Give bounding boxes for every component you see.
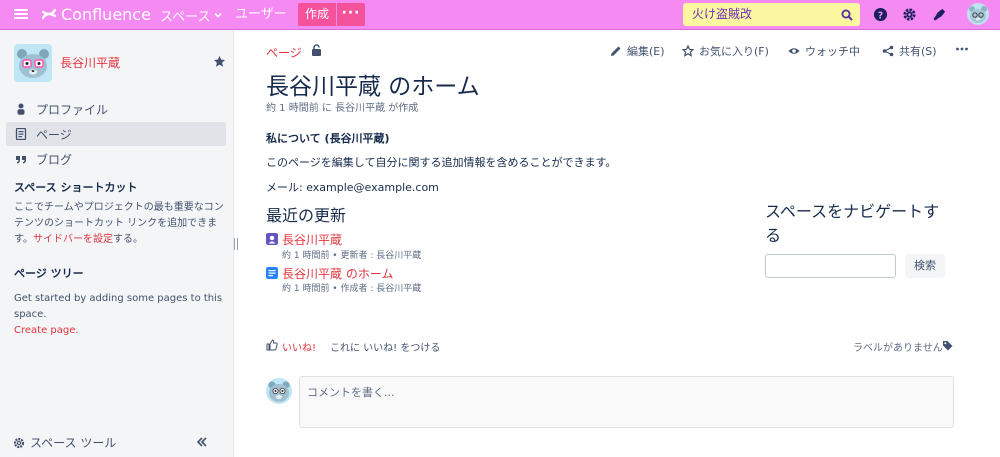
- page-tree-heading: ページ ツリー: [14, 267, 84, 280]
- confluence-logo-icon: [42, 8, 56, 20]
- search-input[interactable]: 火け盗賊改: [692, 3, 752, 26]
- sidebar-item-pages[interactable]: ページ: [6, 122, 226, 146]
- more-actions-icon[interactable]: [955, 42, 969, 56]
- search-box[interactable]: 火け盗賊改: [683, 3, 860, 26]
- space-avatar[interactable]: [14, 44, 52, 82]
- shortcuts-text-end: する。: [113, 234, 143, 245]
- create-page-link[interactable]: Create page.: [14, 323, 226, 339]
- eye-icon: [788, 48, 800, 54]
- watch-button[interactable]: ウォッチ中: [788, 43, 860, 59]
- app-name: Confluence: [61, 4, 151, 24]
- like-prompt: これに いいね! をつける: [330, 343, 441, 354]
- sidebar-item-blog[interactable]: ブログ: [6, 147, 226, 171]
- notifications-icon[interactable]: [932, 7, 947, 22]
- sidebar-item-label: ページ: [36, 127, 72, 142]
- edit-button[interactable]: 編集(E): [610, 43, 665, 59]
- space-tools-label: スペース ツール: [30, 436, 117, 450]
- breadcrumb[interactable]: ページ: [266, 44, 302, 61]
- help-icon[interactable]: ?: [873, 7, 888, 22]
- bear-avatar-icon: [17, 49, 49, 78]
- create-more-button[interactable]: ···: [337, 3, 365, 26]
- star-outline-icon: [682, 45, 694, 57]
- quote-icon: [16, 156, 26, 164]
- shortcuts-description: ここでチームやプロジェクトの最も重要なコンテンツのショートカット リンクを追加で…: [14, 200, 226, 248]
- profile-icon: [266, 233, 278, 245]
- user-avatar[interactable]: [967, 3, 989, 25]
- watch-label: ウォッチ中: [805, 45, 860, 58]
- share-label: 共有(S): [899, 45, 937, 58]
- top-navigation-bar: Confluence スペース ユーザー 作成 ··· 火け盗賊改 ?: [0, 0, 1000, 30]
- person-icon: [17, 103, 25, 115]
- spaces-label: スペース: [160, 9, 211, 25]
- about-text: このページを編集して自分に関する追加情報を含めることができます。: [266, 156, 617, 169]
- favorite-label: お気に入り(F): [699, 45, 769, 58]
- spaces-menu[interactable]: スペース: [160, 6, 223, 25]
- share-icon: [882, 45, 894, 57]
- collapse-sidebar-icon[interactable]: [196, 436, 208, 448]
- recent-item-meta: 約 1 時間前 • 作成者 : 長谷川平蔵: [282, 284, 422, 294]
- people-link[interactable]: ユーザー: [235, 6, 287, 24]
- recent-item-meta: 約 1 時間前 • 更新者 : 長谷川平蔵: [282, 251, 422, 261]
- settings-icon[interactable]: [902, 7, 917, 22]
- svg-text:?: ?: [878, 10, 883, 21]
- page-tree-text: Get started by adding some pages to this…: [14, 291, 226, 339]
- comment-placeholder: コメントを書く...: [307, 386, 395, 399]
- recent-updates-heading: 最近の更新: [266, 206, 347, 225]
- shortcuts-heading: スペース ショートカット: [14, 181, 138, 194]
- configure-sidebar-link[interactable]: サイドバーを設定: [33, 234, 113, 245]
- page-byline: 約 1 時間前 に 長谷川平蔵 が作成: [266, 103, 419, 114]
- bear-avatar-icon: [268, 381, 290, 402]
- about-heading: 私について (長谷川平蔵): [266, 132, 390, 145]
- space-tools-button[interactable]: スペース ツール: [13, 434, 116, 451]
- comment-avatar: [266, 378, 292, 404]
- sidebar-item-label: プロファイル: [36, 102, 109, 117]
- thumbs-up-icon[interactable]: [266, 339, 278, 351]
- chevron-down-icon: [214, 12, 223, 18]
- no-labels-text: ラベルがありません: [853, 343, 943, 354]
- navigate-search-button[interactable]: 検索: [905, 254, 945, 278]
- sidebar-resize-handle[interactable]: [234, 238, 238, 250]
- edit-label: 編集(E): [627, 45, 665, 58]
- bear-avatar-icon: [969, 6, 987, 23]
- page-icon: [15, 128, 27, 140]
- recent-item-title[interactable]: 長谷川平蔵 のホーム: [282, 265, 393, 282]
- recent-item-title[interactable]: 長谷川平蔵: [282, 231, 342, 248]
- lock-icon[interactable]: [311, 44, 322, 56]
- navigate-space-heading: スペースをナビゲートする: [765, 202, 940, 245]
- sidebar-item-profile[interactable]: プロファイル: [6, 97, 226, 121]
- confluence-logo[interactable]: Confluence: [42, 4, 151, 24]
- page-icon: [266, 267, 278, 279]
- space-name[interactable]: 長谷川平蔵: [60, 54, 120, 71]
- page-title: 長谷川平蔵 のホーム: [266, 74, 480, 100]
- search-icon[interactable]: [841, 9, 853, 21]
- menu-icon[interactable]: [13, 6, 29, 22]
- gear-icon: [13, 437, 25, 448]
- sidebar-item-label: ブログ: [36, 152, 73, 167]
- space-sidebar: 長谷川平蔵 プロファイル ページ ブログ スペース ショートカット ここでチーム…: [0, 30, 234, 457]
- star-icon[interactable]: [213, 55, 226, 68]
- share-button[interactable]: 共有(S): [882, 43, 937, 59]
- email-line: メール: example@example.com: [266, 181, 439, 194]
- tag-icon[interactable]: [942, 340, 953, 351]
- pencil-icon: [611, 46, 621, 56]
- navigate-search-input[interactable]: [765, 254, 896, 278]
- comment-input[interactable]: コメントを書く...: [299, 376, 954, 428]
- favorite-button[interactable]: お気に入り(F): [682, 43, 769, 59]
- create-button[interactable]: 作成: [298, 3, 336, 26]
- like-button[interactable]: いいね!: [282, 339, 316, 354]
- page-tree-empty-text: Get started by adding some pages to this…: [14, 293, 223, 320]
